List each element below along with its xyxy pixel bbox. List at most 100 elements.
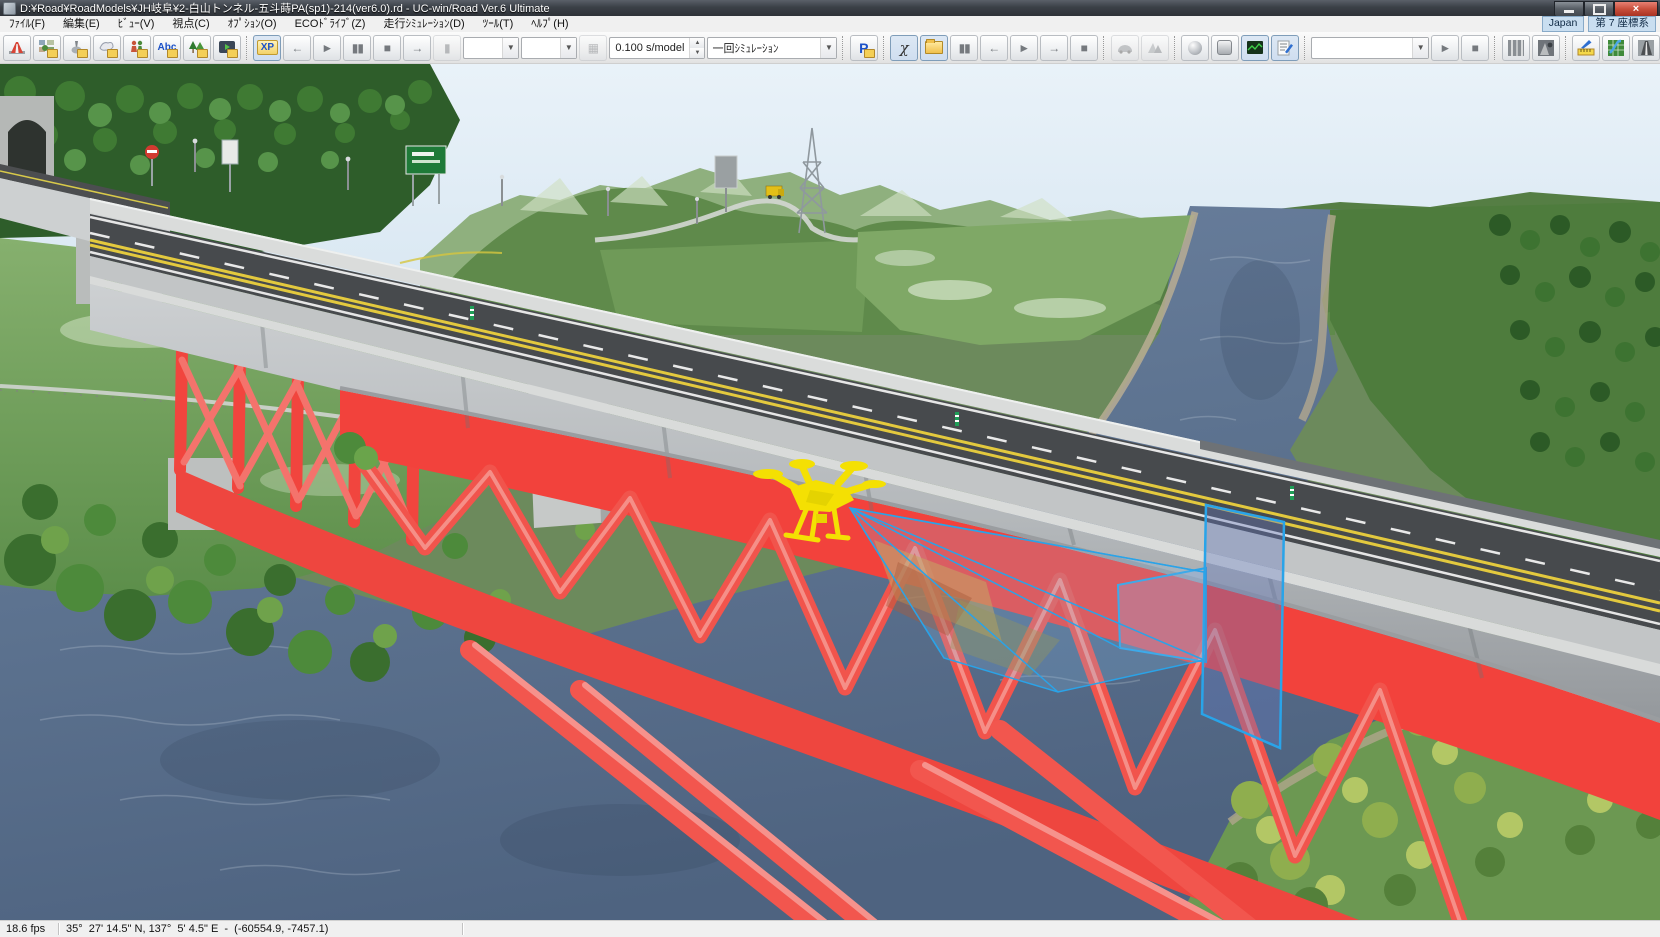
road-camera-button[interactable]: [1531, 34, 1560, 61]
step-forward-button[interactable]: →: [403, 34, 432, 61]
parking-button[interactable]: P: [849, 34, 878, 61]
road-editor-icon: [9, 41, 25, 54]
capture-button[interactable]: ▦: [579, 34, 608, 61]
play-icon: ►: [1439, 40, 1452, 55]
menu-driving-simulation[interactable]: 走行ｼﾐｭﾚｰｼｮﾝ(D): [374, 16, 473, 32]
sphere-icon: [1187, 40, 1202, 55]
flight-play-button[interactable]: ►: [1431, 34, 1460, 61]
road-camera-icon: [1537, 39, 1554, 56]
stop-icon: ■: [1080, 40, 1088, 55]
case-combo[interactable]: ▼: [521, 36, 578, 59]
record-icon: ▮: [444, 40, 451, 55]
back-arrow-icon: ←: [988, 40, 1001, 55]
menu-bar: ﾌｧｲﾙ(F) 編集(E) ﾋﾞｭｰ(V) 視点(C) ｵﾌﾟｼｮﾝ(O) EC…: [0, 16, 1660, 33]
edit-list-button[interactable]: [1270, 34, 1299, 61]
menu-tools[interactable]: ﾂｰﾙ(T): [474, 16, 523, 32]
folder-chip-icon: [167, 48, 178, 58]
close-button[interactable]: ×: [1614, 1, 1658, 17]
minimize-button[interactable]: [1554, 1, 1584, 17]
pause-button[interactable]: ▮▮: [343, 34, 372, 61]
script-pause-button[interactable]: ▮▮: [950, 34, 979, 61]
xp-icon: XP: [256, 40, 279, 55]
script-stop-button[interactable]: ■: [1070, 34, 1099, 61]
toolbar: Abc XP ← ► ▮▮ ■ → ▮ ▼ ▼ ▦ 0.100 s/model …: [0, 32, 1660, 64]
stop-button[interactable]: ■: [373, 34, 402, 61]
menu-help[interactable]: ﾍﾙﾌﾟ(H): [522, 16, 577, 32]
spinner-up-icon[interactable]: ▲: [690, 37, 705, 48]
title-bar: D:¥Road¥RoadModels¥JH岐阜¥2-白山トンネル-五斗蒔PA(s…: [0, 0, 1660, 17]
terrain-blocks-button[interactable]: [33, 34, 61, 61]
folder-chip-icon: [863, 48, 875, 58]
text-button[interactable]: Abc: [153, 34, 181, 61]
script-button[interactable]: χ: [890, 34, 919, 61]
folder-chip-icon: [77, 48, 88, 58]
simulation-mode-combo[interactable]: 一回ｼﾐｭﾚｰｼｮﾝ ▼: [707, 36, 838, 59]
video-button[interactable]: [213, 34, 241, 61]
menu-viewpoint[interactable]: 視点(C): [163, 16, 218, 32]
car-icon: [1117, 44, 1132, 54]
map-grid-button[interactable]: [1601, 34, 1630, 61]
folder-chip-icon: [197, 48, 208, 58]
road-view-button[interactable]: [1140, 34, 1169, 61]
script-icon: χ: [899, 38, 909, 57]
road-texture-icon: [1507, 39, 1524, 56]
forward-arrow-icon: →: [411, 40, 424, 55]
capture-icon: ▦: [587, 40, 600, 55]
maximize-button[interactable]: [1584, 1, 1614, 17]
window-title: D:¥Road¥RoadModels¥JH岐阜¥2-白山トンネル-五斗蒔PA(s…: [20, 3, 550, 15]
script-play-button[interactable]: ►: [1010, 34, 1039, 61]
3d-viewport[interactable]: [0, 64, 1660, 920]
menu-view[interactable]: ﾋﾞｭｰ(V): [109, 16, 164, 32]
stop-icon: ■: [383, 40, 391, 55]
record-button[interactable]: ▮: [433, 34, 462, 61]
menu-options[interactable]: ｵﾌﾟｼｮﾝ(O): [219, 16, 286, 32]
menu-file[interactable]: ﾌｧｲﾙ(F): [0, 16, 54, 32]
chevron-down-icon: ▼: [1412, 37, 1429, 58]
menu-ecodrive[interactable]: ECOﾄﾞﾗｲﾌﾞ(Z): [286, 16, 375, 32]
coordinate-system-badge: 第 7 座標系: [1588, 16, 1656, 32]
folder-chip-icon: [137, 48, 148, 58]
spinner-down-icon[interactable]: ▼: [690, 47, 705, 58]
road-section-icon: [1637, 39, 1654, 56]
forward-arrow-icon: →: [1048, 40, 1061, 55]
folder-icon: [925, 39, 944, 54]
pause-icon: ▮▮: [351, 40, 364, 55]
app-icon: [3, 1, 16, 15]
scenario-combo[interactable]: ▼: [463, 36, 520, 59]
road-editor-button[interactable]: [3, 34, 31, 61]
flight-stop-button[interactable]: ■: [1461, 34, 1490, 61]
people-button[interactable]: [123, 34, 151, 61]
drive-car-button[interactable]: [1110, 34, 1139, 61]
square-tool-button[interactable]: [1210, 34, 1239, 61]
open-script-button[interactable]: [920, 34, 949, 61]
folder-chip-icon: [227, 48, 238, 58]
pause-icon: ▮▮: [958, 40, 971, 55]
xp-scenario-button[interactable]: XP: [253, 34, 282, 61]
edit-list-icon: [1277, 40, 1293, 55]
character-button[interactable]: [93, 34, 121, 61]
folder-chip-icon: [107, 48, 118, 58]
camera-position-combo[interactable]: ▼: [1311, 36, 1430, 59]
chevron-down-icon: ▼: [502, 37, 519, 58]
play-button[interactable]: ►: [313, 34, 342, 61]
road-texture-button[interactable]: [1501, 34, 1530, 61]
ruler-icon: [1577, 39, 1595, 55]
road-section-button[interactable]: [1631, 34, 1660, 61]
monitor-icon: [1246, 40, 1263, 54]
time-step-value: 0.100 s/model: [615, 41, 685, 54]
script-back-button[interactable]: ←: [980, 34, 1009, 61]
time-step-spinner[interactable]: 0.100 s/model ▲ ▼: [609, 36, 706, 59]
fps-indicator: 18.6 fps: [6, 923, 46, 935]
menu-edit[interactable]: 編集(E): [54, 16, 109, 32]
script-forward-button[interactable]: →: [1040, 34, 1069, 61]
step-back-button[interactable]: ←: [283, 34, 312, 61]
road-view-icon: [1147, 42, 1162, 53]
monitor-button[interactable]: [1240, 34, 1269, 61]
measure-button[interactable]: [1571, 34, 1600, 61]
sphere-tool-button[interactable]: [1180, 34, 1209, 61]
trees-button[interactable]: [183, 34, 211, 61]
close-icon: ×: [1632, 3, 1640, 15]
play-icon: ►: [321, 40, 334, 55]
model-placement-button[interactable]: [63, 34, 91, 61]
simulation-mode-value: 一回ｼﾐｭﾚｰｼｮﾝ: [712, 42, 779, 55]
